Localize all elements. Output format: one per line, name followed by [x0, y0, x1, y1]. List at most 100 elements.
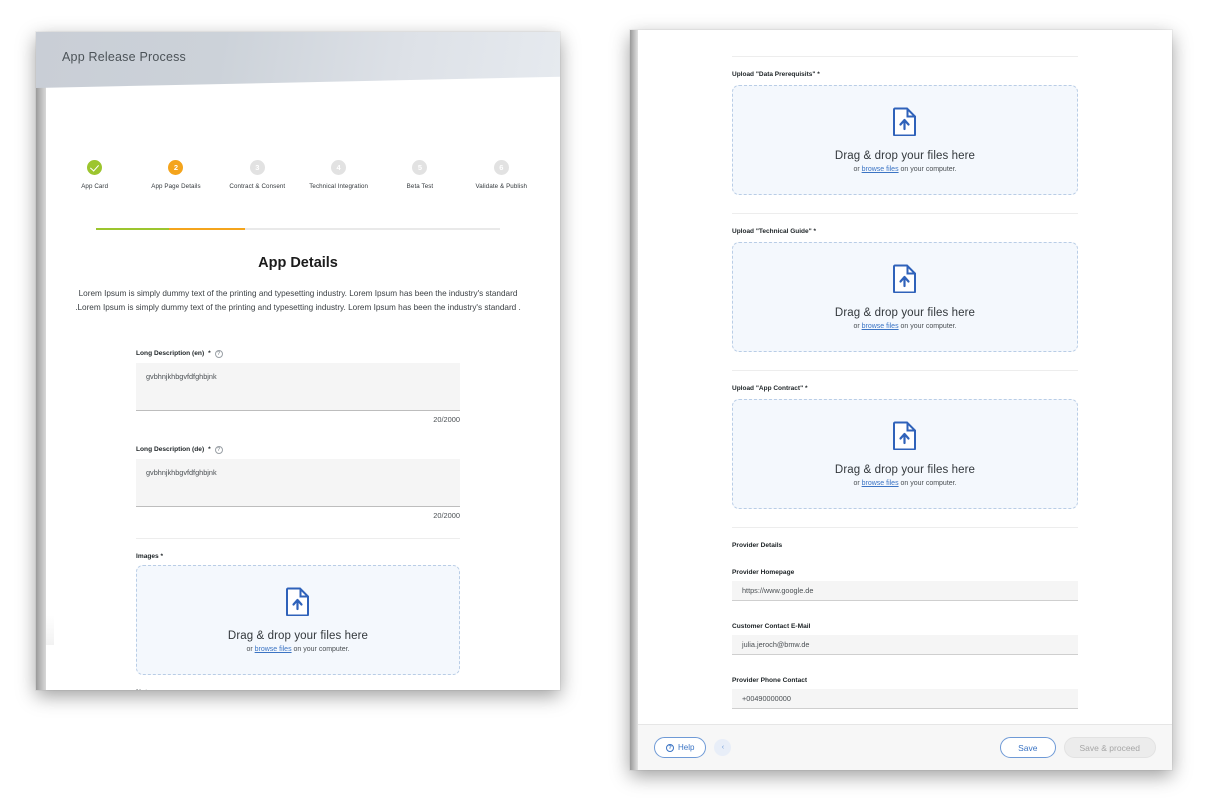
upload-technical-guide: Upload "Technical Guide" * Drag & drop y… [732, 228, 1078, 352]
upload-label: Upload "App Contract" * [732, 385, 808, 392]
file-upload-icon [286, 587, 310, 621]
dropzone-title: Drag & drop your files here [834, 307, 976, 319]
stepper-progress-active [169, 228, 245, 230]
input-label: Customer Contact E-Mail [732, 623, 811, 630]
step-label: Validate & Publish [475, 183, 528, 190]
section-divider [136, 537, 460, 539]
app-details-content: App Details Lorem Ipsum is simply dummy … [36, 237, 560, 690]
note-title: Note: [136, 689, 460, 690]
stepper-item-technical-integration[interactable]: 4 Technical Integration [298, 160, 379, 192]
step-indicator-number: 5 [412, 160, 428, 175]
section-title: App Details [258, 255, 338, 271]
step-label: Contract & Consent [229, 183, 286, 190]
required-marker: * [208, 446, 211, 454]
browse-files-link[interactable]: browse files [862, 480, 899, 487]
dropzone-subtitle: or browse files on your computer. [853, 323, 956, 330]
images-label: Images * [136, 552, 164, 560]
stepper-item-app-page-details[interactable]: 2 App Page Details [135, 160, 216, 192]
app-release-window-left: App Release Process App Card 2 App Page … [36, 32, 560, 690]
save-button-label: Save [1018, 742, 1038, 753]
step-indicator-number: 4 [331, 160, 347, 175]
dropzone-subtitle: or browse files on your computer. [853, 480, 956, 487]
save-and-proceed-label: Save & proceed [1079, 742, 1140, 753]
step-label: Technical Integration [309, 183, 369, 190]
field-label-group: Long Description (en) * ? [136, 349, 460, 358]
back-button[interactable]: ‹ [714, 739, 732, 756]
help-icon[interactable]: ? [214, 349, 223, 358]
required-marker: * [208, 350, 211, 358]
customer-contact-email-input[interactable]: julia.jeroch@bmw.de [732, 635, 1078, 655]
provider-homepage-input[interactable]: https://www.google.de [732, 581, 1078, 601]
upload-data-prerequisits: Upload "Data Prerequisits" * Drag & drop… [732, 71, 1078, 195]
field-long-description-de: Long Description (de) * ? gvbhnjkhbgvfdf… [136, 445, 460, 520]
dropzone-subtitle: or browse files on your computer. [853, 166, 956, 173]
dropzone-sub-prefix: or [853, 480, 862, 487]
dropzone-sub-suffix: on your computer. [898, 323, 957, 330]
section-divider [732, 527, 1078, 528]
character-counter-en: 20/2000 [433, 414, 460, 424]
technical-guide-dropzone[interactable]: Drag & drop your files here or browse fi… [732, 242, 1078, 352]
dropzone-sub-suffix: on your computer. [291, 645, 350, 653]
page-title: App Release Process [62, 50, 187, 64]
upload-app-contract: Upload "App Contract" * Drag & drop your… [732, 385, 1078, 509]
stepper-item-validate-publish[interactable]: 6 Validate & Publish [461, 160, 542, 192]
section-divider [732, 370, 1078, 371]
dropzone-title: Drag & drop your files here [227, 629, 369, 642]
stepper-item-contract-consent[interactable]: 3 Contract & Consent [217, 160, 298, 192]
data-prerequisits-dropzone[interactable]: Drag & drop your files here or browse fi… [732, 85, 1078, 195]
dropzone-sub-suffix: on your computer. [898, 480, 957, 487]
field-customer-contact-email: Customer Contact E-Mail julia.jeroch@bmw… [732, 623, 1078, 655]
stepper-item-app-card[interactable]: App Card [54, 160, 135, 192]
right-scroll-area[interactable]: Upload "Data Prerequisits" * Drag & drop… [638, 30, 1172, 720]
stepper-progress-bar [96, 228, 500, 230]
character-counter-de: 20/2000 [433, 510, 460, 520]
provider-phone-contact-input[interactable]: +00490000000 [732, 689, 1078, 709]
field-long-description-en: Long Description (en) * ? gvbhnjkhbgvfdf… [136, 349, 460, 424]
field-label-group: Long Description (de) * ? [136, 445, 460, 454]
file-upload-icon [893, 107, 917, 141]
upload-label: Upload "Data Prerequisits" * [732, 71, 820, 78]
help-button[interactable]: ? Help [654, 737, 707, 758]
footer-toolbar: ? Help ‹ Save Save & proceed [638, 724, 1172, 770]
browse-files-link[interactable]: browse files [862, 323, 899, 330]
stepper-item-beta-test[interactable]: 5 Beta Test [379, 160, 460, 192]
provider-details-heading: Provider Details [732, 542, 783, 549]
dropzone-sub-prefix: or [853, 166, 862, 173]
dropzone-subtitle: or browse files on your computer. [246, 646, 349, 653]
browse-files-link[interactable]: browse files [862, 166, 899, 173]
step-label: App Page Details [151, 183, 201, 190]
long-description-en-textarea[interactable]: gvbhnjkhbgvfdfghbjnk [136, 362, 460, 411]
dropzone-sub-prefix: or [853, 323, 862, 330]
progress-stepper: App Card 2 App Page Details 3 Contract &… [36, 160, 560, 230]
save-and-proceed-button[interactable]: Save & proceed [1063, 737, 1156, 758]
step-label: App Card [81, 183, 109, 190]
step-label: Beta Test [406, 183, 434, 190]
input-label: Provider Phone Contact [732, 677, 808, 684]
dropzone-sub-prefix: or [246, 645, 255, 653]
input-label: Provider Homepage [732, 569, 795, 576]
question-mark-icon: ? [666, 743, 674, 752]
field-label-text: Long Description (en) [136, 350, 205, 358]
chevron-left-icon: ‹ [721, 744, 725, 751]
help-icon[interactable]: ? [214, 445, 223, 454]
footer-right-group: Save Save & proceed [1000, 737, 1156, 758]
field-label-text: Long Description (de) [136, 446, 205, 454]
step-indicator-check-icon [87, 160, 103, 175]
window-right-rail [630, 30, 638, 770]
long-description-de-textarea[interactable]: gvbhnjkhbgvfdfghbjnk [136, 458, 460, 507]
section-description: Lorem Ipsum is simply dummy text of the … [75, 289, 521, 313]
field-provider-phone-contact: Provider Phone Contact +00490000000 [732, 677, 1078, 709]
step-indicator-number: 3 [249, 160, 265, 175]
fields-container: Long Description (en) * ? gvbhnjkhbgvfdf… [58, 349, 538, 690]
file-upload-icon [893, 264, 917, 298]
save-button[interactable]: Save [1000, 737, 1056, 758]
app-release-window-right: Upload "Data Prerequisits" * Drag & drop… [630, 30, 1172, 770]
stepper-progress-completed [96, 228, 169, 230]
images-dropzone[interactable]: Drag & drop your files here or browse fi… [136, 564, 460, 675]
step-indicator-number: 2 [168, 160, 184, 175]
dropzone-title: Drag & drop your files here [834, 150, 976, 162]
browse-files-link[interactable]: browse files [255, 646, 292, 653]
app-contract-dropzone[interactable]: Drag & drop your files here or browse fi… [732, 399, 1078, 509]
step-indicator-number: 6 [493, 160, 509, 175]
help-button-label: Help [678, 743, 695, 752]
